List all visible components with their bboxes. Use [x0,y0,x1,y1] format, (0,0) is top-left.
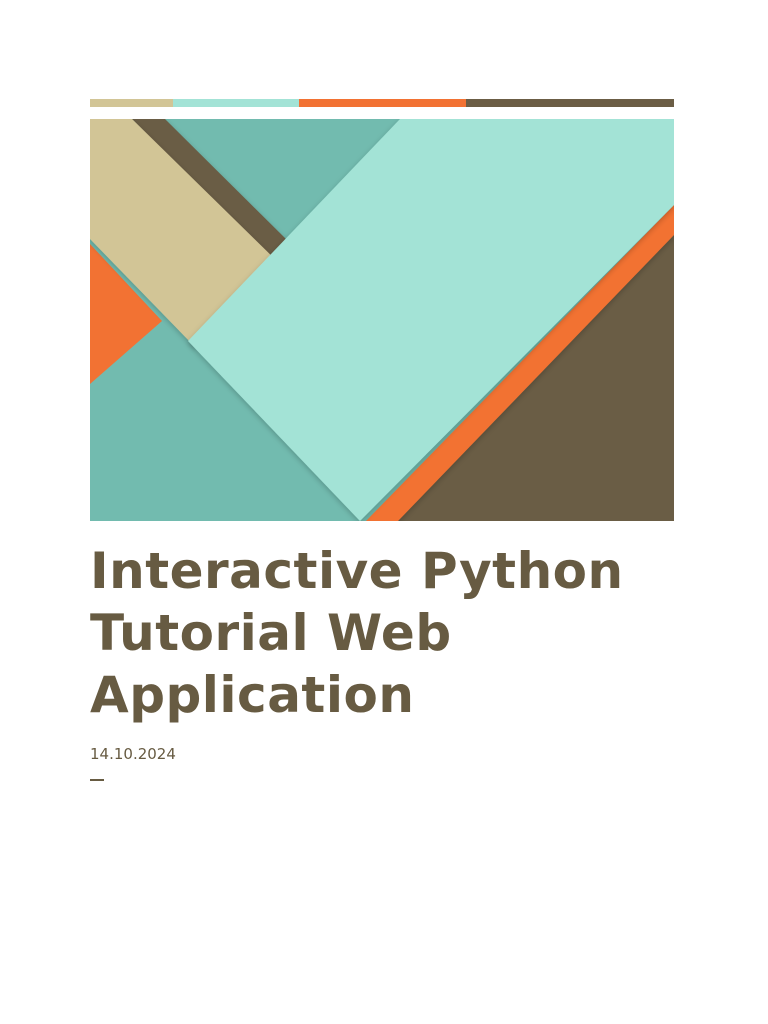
stripe-mint [173,99,299,107]
cover-page: Interactive Python Tutorial Web Applicat… [0,0,768,1024]
title-line-2: Tutorial Web [90,604,452,662]
title-line-3: Application [90,666,415,724]
geometric-art [90,119,674,521]
document-title: Interactive Python Tutorial Web Applicat… [90,540,690,726]
stripe-tan [90,99,173,107]
date-divider [90,779,104,781]
stripe-brown [466,99,674,107]
color-stripe [90,99,674,107]
document-date: 14.10.2024 [90,745,176,763]
title-line-1: Interactive Python [90,542,624,600]
stripe-orange [299,99,466,107]
cover-illustration [90,119,674,521]
